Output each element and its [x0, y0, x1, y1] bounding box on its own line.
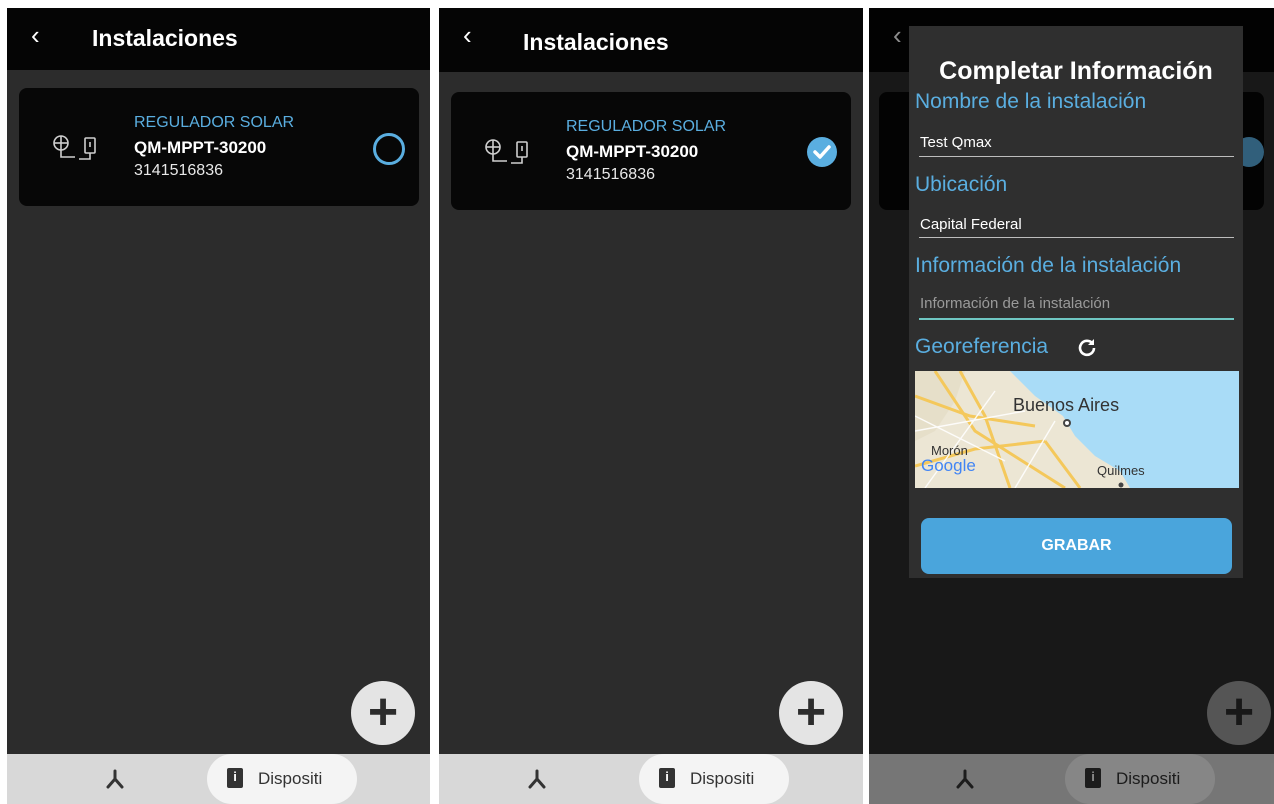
- map-label-buenos-aires: Buenos Aires: [1013, 395, 1120, 415]
- device-info-icon: [227, 768, 243, 788]
- device-card[interactable]: REGULADOR SOLAR QM-MPPT-30200 3141516836: [19, 88, 419, 206]
- select-radio-icon[interactable]: [373, 133, 405, 165]
- plus-icon: +: [795, 683, 827, 741]
- name-field-underline: [919, 156, 1234, 157]
- solar-regulator-icon: [53, 135, 96, 160]
- location-field[interactable]: Capital Federal: [920, 216, 1022, 233]
- bottom-navigation: Dispositi: [7, 754, 430, 804]
- network-icon[interactable]: [525, 767, 549, 791]
- device-serial: 3141516836: [134, 162, 223, 179]
- screen-installations-unselected: ‹ Instalaciones REGULADOR SOLAR QM-MPPT-…: [7, 8, 430, 804]
- map-view[interactable]: Buenos Aires Morón Quilmes Google: [915, 371, 1239, 488]
- location-field-underline: [919, 237, 1234, 238]
- screen-complete-info-dialog: ‹ + Dispositi Completar Información Nomb…: [869, 8, 1274, 804]
- device-card[interactable]: REGULADOR SOLAR QM-MPPT-30200 3141516836: [451, 92, 851, 210]
- add-installation-button[interactable]: +: [351, 681, 415, 745]
- dialog-title: Completar Información: [939, 57, 1213, 85]
- nav-item-devices[interactable]: Dispositi: [639, 754, 789, 804]
- name-field[interactable]: Test Qmax: [920, 134, 992, 151]
- top-app-bar: ‹ Instalaciones: [439, 8, 863, 72]
- device-model: QM-MPPT-30200: [134, 138, 267, 157]
- info-field-underline: [919, 318, 1234, 320]
- map-label-quilmes: Quilmes: [1097, 463, 1145, 478]
- bottom-navigation: Dispositi: [439, 754, 863, 804]
- name-field-label: Nombre de la instalación: [915, 90, 1147, 113]
- back-chevron-left-icon[interactable]: ‹: [463, 22, 472, 48]
- solar-regulator-icon: [485, 139, 528, 164]
- complete-info-dialog: Completar Información Nombre de la insta…: [909, 26, 1243, 578]
- device-category: REGULADOR SOLAR: [134, 114, 295, 131]
- device-serial: 3141516836: [566, 166, 655, 183]
- screen-installations-selected: ‹ Instalaciones REGULADOR SOLAR QM-MPPT-…: [439, 8, 863, 804]
- add-installation-button[interactable]: +: [779, 681, 843, 745]
- save-button[interactable]: GRABAR: [921, 518, 1232, 574]
- google-logo: Google: [921, 456, 976, 475]
- top-app-bar: ‹ Instalaciones: [7, 8, 430, 70]
- page-title: Instalaciones: [523, 29, 669, 55]
- device-category: REGULADOR SOLAR: [566, 118, 727, 135]
- device-model: QM-MPPT-30200: [566, 142, 699, 161]
- refresh-icon[interactable]: [1077, 337, 1097, 357]
- plus-icon: +: [367, 683, 399, 741]
- nav-item-devices[interactable]: Dispositi: [207, 754, 357, 804]
- info-field[interactable]: Información de la instalación: [920, 295, 1110, 312]
- location-field-label: Ubicación: [915, 173, 1008, 196]
- info-field-label: Información de la instalación: [915, 254, 1182, 277]
- nav-devices-label: Dispositi: [258, 769, 323, 788]
- nav-devices-label: Dispositi: [690, 769, 755, 788]
- georeference-label: Georeferencia: [915, 335, 1049, 358]
- page-title: Instalaciones: [92, 25, 238, 51]
- back-chevron-left-icon[interactable]: ‹: [31, 22, 40, 48]
- network-icon[interactable]: [103, 767, 127, 791]
- check-circle-icon[interactable]: [807, 137, 837, 167]
- device-info-icon: [659, 768, 675, 788]
